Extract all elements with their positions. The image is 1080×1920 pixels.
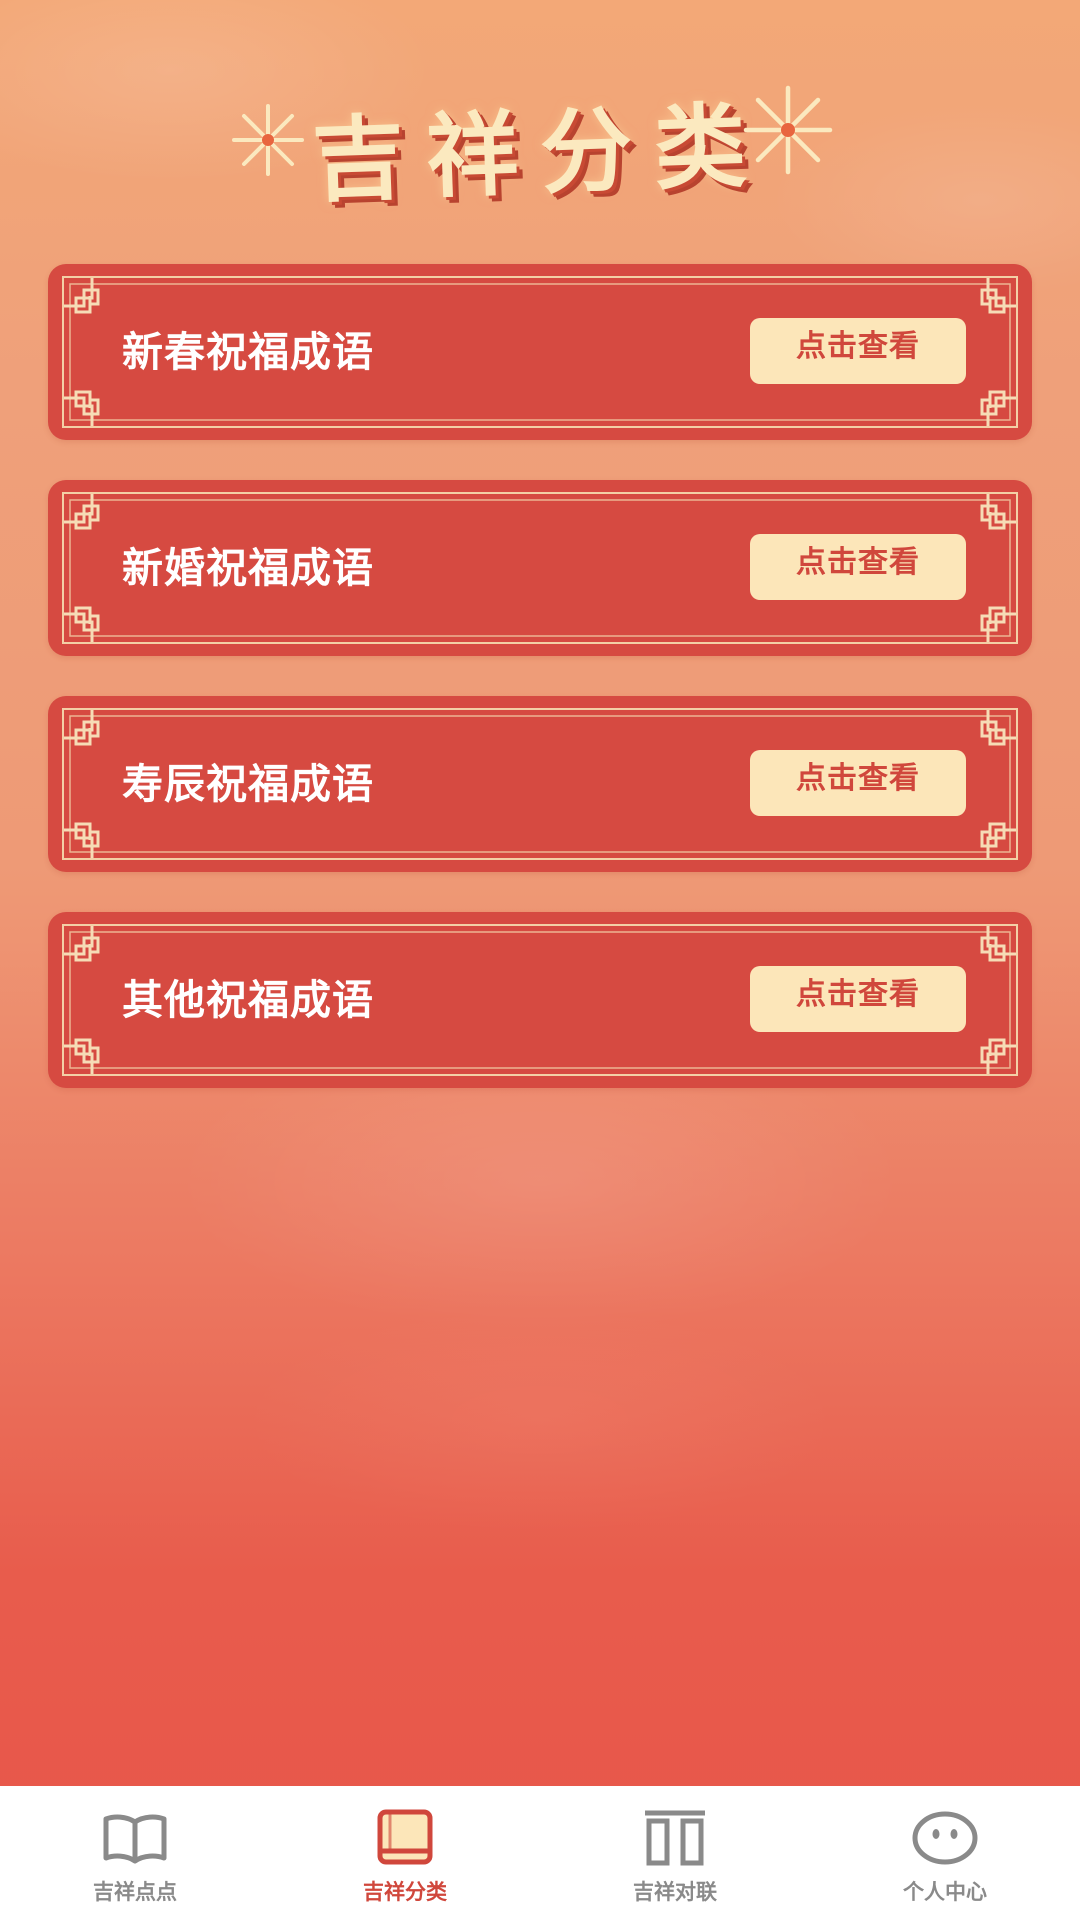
- view-button[interactable]: 点击查看: [750, 318, 966, 384]
- tab-profile[interactable]: 个人中心: [810, 1786, 1080, 1920]
- page-title: 吉祥分类: [310, 90, 771, 215]
- book-icon: [370, 1808, 440, 1868]
- view-button[interactable]: 点击查看: [750, 750, 966, 816]
- tab-label: 个人中心: [903, 1880, 987, 1904]
- category-list: 新春祝福成语 点击查看 新婚祝福成语 点击查看 寿辰祝福成语 点击查看 其他祝福…: [48, 264, 1032, 1128]
- open-book-icon: [100, 1808, 170, 1868]
- tab-home[interactable]: 吉祥点点: [0, 1786, 270, 1920]
- tab-label: 吉祥对联: [633, 1880, 717, 1904]
- category-card-birthday[interactable]: 寿辰祝福成语 点击查看: [48, 696, 1032, 872]
- category-title: 寿辰祝福成语: [122, 760, 374, 808]
- category-title: 新春祝福成语: [122, 328, 374, 376]
- bottom-tab-bar: 吉祥点点 吉祥分类 吉祥对联 个人中心: [0, 1786, 1080, 1920]
- view-button[interactable]: 点击查看: [750, 966, 966, 1032]
- category-card-new-year[interactable]: 新春祝福成语 点击查看: [48, 264, 1032, 440]
- page-header: 吉祥分类: [0, 70, 1080, 220]
- couplet-icon: [640, 1808, 710, 1868]
- category-title: 新婚祝福成语: [122, 544, 374, 592]
- tab-label: 吉祥分类: [363, 1880, 447, 1904]
- category-card-wedding[interactable]: 新婚祝福成语 点击查看: [48, 480, 1032, 656]
- category-card-other[interactable]: 其他祝福成语 点击查看: [48, 912, 1032, 1088]
- view-button[interactable]: 点击查看: [750, 534, 966, 600]
- firework-left-icon: [232, 104, 304, 176]
- firework-right-icon: [743, 85, 833, 175]
- category-title: 其他祝福成语: [122, 976, 374, 1024]
- tab-couplets[interactable]: 吉祥对联: [540, 1786, 810, 1920]
- tab-categories[interactable]: 吉祥分类: [270, 1786, 540, 1920]
- face-icon: [910, 1808, 980, 1868]
- tab-label: 吉祥点点: [93, 1880, 177, 1904]
